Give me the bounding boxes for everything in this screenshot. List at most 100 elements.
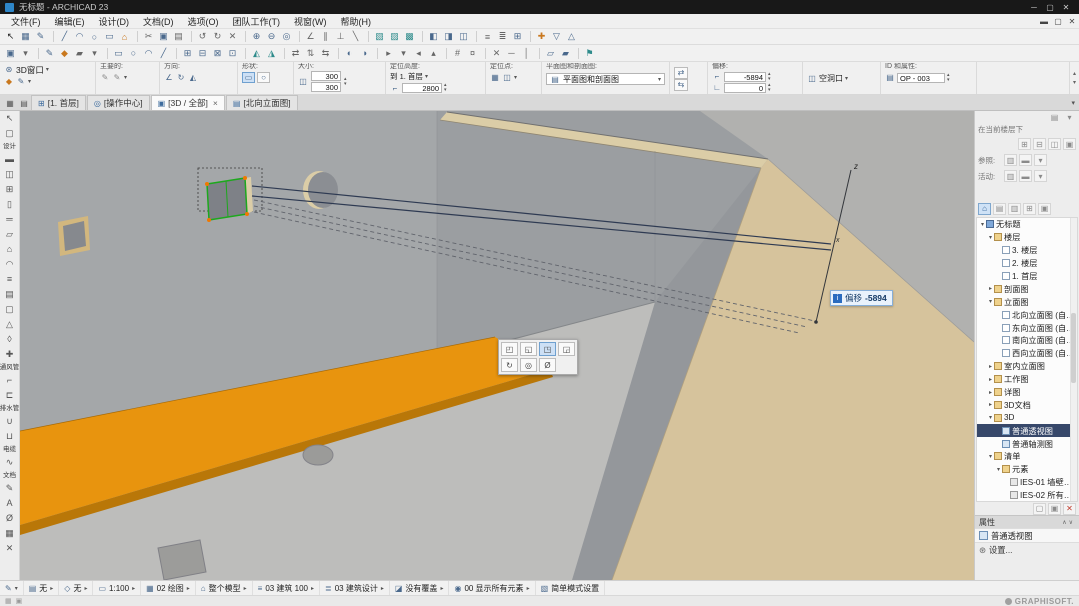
tree-item[interactable]: ▸ 工作图 [977, 373, 1077, 386]
tree-item[interactable]: IES-01 墙壁一览 [977, 476, 1077, 489]
menu-item[interactable]: 文档(D) [136, 15, 181, 28]
size-bottom-input[interactable]: 300 [311, 82, 341, 92]
active-control[interactable]: ▾ [1034, 170, 1047, 182]
tool-palette-item[interactable]: ∿ [0, 455, 20, 470]
navigator-mode-button[interactable]: ⌂ [978, 203, 991, 215]
offset-stepper[interactable]: ▴▾ [768, 72, 771, 82]
toolbar-icon[interactable] [573, 48, 579, 59]
editing-plane-icon[interactable]: ⊟ [1033, 138, 1046, 150]
tool-palette-item[interactable]: 电缆 [0, 444, 20, 455]
flip-horizontal-button[interactable]: ⇄ [674, 67, 688, 79]
toolbar-icon[interactable]: ◭ [249, 47, 264, 60]
bottombar-icon[interactable]: ▣ [16, 597, 23, 605]
toolbar-icon[interactable]: ◐ [342, 47, 357, 60]
status-quick-option[interactable]: ✎ ▾ [0, 581, 24, 595]
toolbar-icon[interactable]: ↺ [195, 30, 210, 43]
toolbar-icon[interactable] [186, 31, 192, 42]
tree-expander-icon[interactable]: ▾ [987, 453, 994, 460]
toolbar-icon[interactable]: ○ [87, 30, 102, 43]
toolbar-icon[interactable]: ◫ [456, 30, 471, 43]
tree-expander-icon[interactable]: ▸ [987, 401, 994, 408]
navigator-footer-button[interactable]: ▢ [1033, 503, 1046, 515]
toolbar-icon[interactable]: ✎ [42, 47, 57, 60]
navigator-mode-button[interactable]: ▣ [1038, 203, 1051, 215]
status-quick-option[interactable]: ≡ 03 建筑 100 ▸ [253, 581, 320, 595]
tool-palette-item[interactable]: ✕ [0, 541, 20, 556]
pet-palette-button[interactable]: ◱ [520, 342, 537, 356]
window-control-button[interactable]: ▢ [1042, 3, 1058, 12]
tool-palette-item[interactable]: ✚ [0, 347, 20, 362]
tool-palette-item[interactable]: 通风管 [0, 362, 20, 373]
tool-palette-item[interactable]: ⊞ [0, 182, 20, 197]
menu-item[interactable]: 编辑(E) [48, 15, 92, 28]
toolbar-icon[interactable]: ▸ [381, 47, 396, 60]
status-quick-option[interactable]: ▧ 简单模式设置 [536, 581, 606, 595]
shape-circle-button[interactable]: ○ [257, 72, 270, 83]
properties-header[interactable]: 属性 ∧∨ [975, 515, 1079, 528]
reference-control[interactable]: ▬ [1019, 154, 1032, 166]
tree-item[interactable]: 1. 首层 [977, 270, 1077, 283]
mdi-window-control[interactable]: ▢ [1051, 17, 1065, 26]
tree-expander-icon[interactable]: ▾ [987, 298, 994, 305]
size-top-input[interactable]: 300 [311, 71, 341, 81]
tree-item[interactable]: ▾ 无标题 [977, 218, 1077, 231]
view-tab[interactable]: ▣ [3D / 全部] × [151, 95, 225, 110]
menu-item[interactable]: 团队工作(T) [226, 15, 288, 28]
toolbar-icon[interactable]: ▣ [156, 30, 171, 43]
floor-round-hole[interactable] [303, 445, 333, 465]
pen-icon[interactable]: ✎ [16, 77, 26, 86]
tree-item[interactable]: ▸ 详图 [977, 386, 1077, 399]
pet-palette-button[interactable]: ◰ [501, 342, 518, 356]
toolbar-icon[interactable]: ⌂ [117, 30, 132, 43]
toolbar-icon[interactable] [417, 31, 423, 42]
tree-item[interactable]: ▾ 立面图 [977, 295, 1077, 308]
tabbar-icon[interactable]: ▦ [3, 99, 17, 108]
toolbar-icon[interactable]: ⇄ [288, 47, 303, 60]
toolbar-icon[interactable]: ▭ [111, 47, 126, 60]
toolbar-icon[interactable]: ◎ [279, 30, 294, 43]
status-quick-option[interactable]: ◇ 无 ▸ [59, 581, 93, 595]
toolbar-icon[interactable]: ⊠ [210, 47, 225, 60]
toolbar-icon[interactable]: ⊞ [180, 47, 195, 60]
toolbar-icon[interactable]: ▤ [171, 30, 186, 43]
status-quick-option[interactable]: ≣ 03 建筑设计 ▸ [320, 581, 390, 595]
toolbar-icon[interactable]: ≣ [495, 30, 510, 43]
tree-item[interactable]: ▸ 3D文档 [977, 398, 1077, 411]
toolbar-icon[interactable] [471, 31, 477, 42]
tree-item[interactable]: 普通透视图 [977, 424, 1077, 437]
offset-input[interactable]: -5894 [724, 72, 766, 82]
tree-item[interactable]: ▾ 楼层 [977, 231, 1077, 244]
id-stepper[interactable]: ▴▾ [947, 73, 950, 83]
relative-story-link[interactable]: 到 1. 首层 [390, 71, 423, 82]
menu-item[interactable]: 设计(D) [92, 15, 137, 28]
pet-palette-button[interactable]: ↻ [501, 358, 518, 372]
rotate-icon[interactable]: ↻ [176, 73, 186, 82]
tool-palette-item[interactable]: △ [0, 317, 20, 332]
toolbar-icon[interactable]: △ [564, 30, 579, 43]
tool-palette-item[interactable]: ✎ [0, 481, 20, 496]
toolbar-icon[interactable] [534, 48, 540, 59]
chevron-down-icon[interactable]: ▾ [46, 66, 49, 73]
anchor-point-icon[interactable]: ◫ [502, 73, 512, 82]
tree-expander-icon[interactable]: ▸ [987, 363, 994, 370]
reference-control[interactable]: ▾ [1034, 154, 1047, 166]
toolbar-icon[interactable]: ⊞ [510, 30, 525, 43]
menu-item[interactable]: 帮助(H) [334, 15, 379, 28]
editing-plane-icon[interactable]: ▣ [1063, 138, 1076, 150]
tool-palette-item[interactable]: ▢ [0, 302, 20, 317]
toolbar-icon[interactable]: ◧ [426, 30, 441, 43]
view-tab[interactable]: ⊞ [1. 首层] [31, 95, 86, 110]
editing-plane-option[interactable]: 在当前楼层下 [975, 123, 1079, 136]
toolbar-icon[interactable]: ◨ [441, 30, 456, 43]
sill-input[interactable]: 0 [724, 83, 766, 93]
mdi-window-control[interactable]: ✕ [1065, 17, 1079, 26]
toolbar-icon[interactable]: ▧ [372, 30, 387, 43]
toolbar-icon[interactable]: ▾ [396, 47, 411, 60]
tool-palette-item[interactable]: ◫ [0, 167, 20, 182]
toolbar-icon[interactable]: ⇆ [318, 47, 333, 60]
toolbar-icon[interactable] [372, 48, 378, 59]
toolbar-icon[interactable]: ⊕ [249, 30, 264, 43]
flip-vertical-button[interactable]: ⇆ [674, 79, 688, 91]
model-canvas[interactable]: z x [20, 111, 974, 580]
toolbar-icon[interactable] [171, 48, 177, 59]
